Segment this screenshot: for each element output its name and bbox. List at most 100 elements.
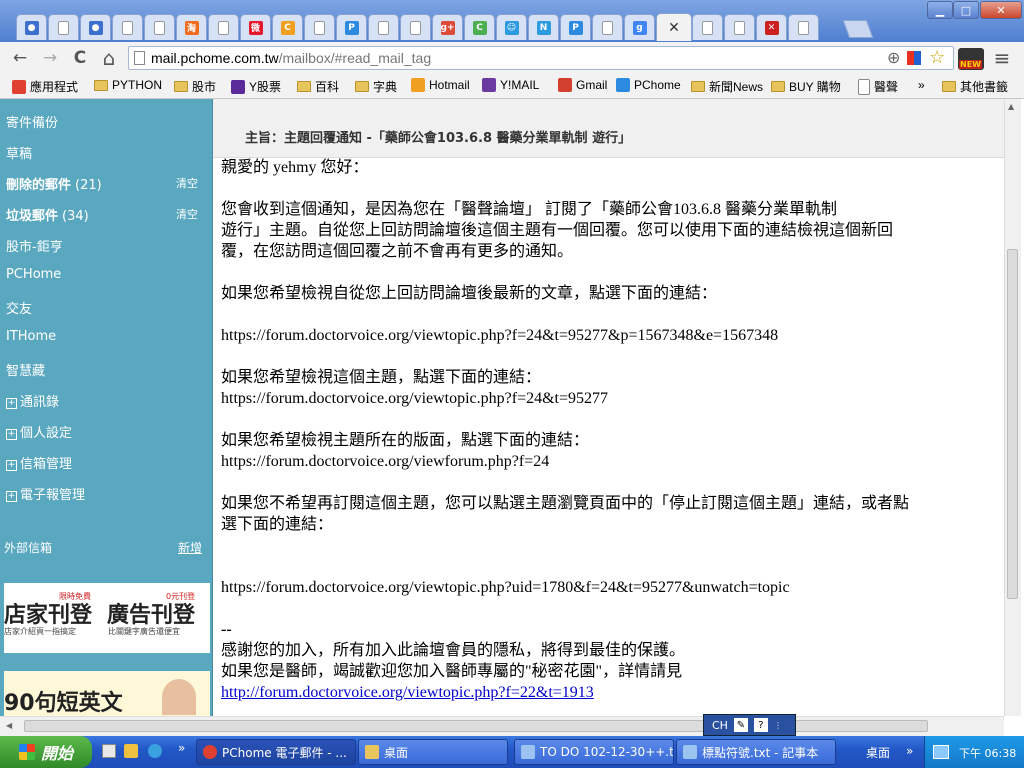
- taskbar-window-0[interactable]: PChome 電子郵件 - ...: [196, 739, 356, 765]
- sidebar-folder-5[interactable]: PCHome: [6, 267, 61, 282]
- tab-active[interactable]: ✕: [656, 13, 692, 41]
- tab-colorful[interactable]: C: [272, 14, 303, 40]
- bookmark-9[interactable]: PChome: [616, 78, 681, 92]
- taskbar-window-3[interactable]: 標點符號.txt - 記事本: [676, 739, 836, 765]
- store-listing-ad[interactable]: 店家刊登 限時免費 店家介紹頁一指搞定 廣告刊登 0元刊登 比關鍵字廣告還便宜: [4, 583, 210, 653]
- tab-taobao[interactable]: 淘: [176, 14, 207, 40]
- close-window-button[interactable]: ✕: [980, 1, 1022, 19]
- secret-garden-link[interactable]: http://forum.doctorvoice.org/viewtopic.p…: [221, 684, 594, 701]
- tab-bubble[interactable]: ●: [16, 14, 47, 40]
- tab-page[interactable]: [112, 14, 143, 40]
- sidebar-tree-2[interactable]: + 信箱管理: [6, 453, 72, 472]
- tab-page[interactable]: [368, 14, 399, 40]
- bookmark-1[interactable]: PYTHON: [94, 78, 162, 92]
- sidebar-folder-4[interactable]: 股市-鉅亨: [6, 236, 63, 255]
- forward-button[interactable]: →: [40, 48, 60, 68]
- sidebar-tree-3[interactable]: + 電子報管理: [6, 484, 85, 503]
- tab-page[interactable]: [724, 14, 755, 40]
- ie-quick-icon[interactable]: [148, 744, 162, 758]
- expand-plus-icon[interactable]: +: [6, 491, 17, 502]
- tab-chrome-c[interactable]: C: [464, 14, 495, 40]
- horizontal-scrollbar[interactable]: ◀: [0, 716, 1004, 737]
- quick-launch-more[interactable]: »: [178, 741, 185, 755]
- tab-page[interactable]: [400, 14, 431, 40]
- tray-expand[interactable]: »: [906, 744, 913, 758]
- menu-button[interactable]: ≡: [992, 46, 1012, 70]
- show-desktop-icon[interactable]: [102, 744, 116, 758]
- minimize-button[interactable]: ▁: [927, 1, 953, 19]
- add-external-mailbox-link[interactable]: 新增: [178, 539, 202, 556]
- network-icon[interactable]: [933, 745, 949, 759]
- tab-page[interactable]: [592, 14, 623, 40]
- apps-grid-icon: [12, 79, 26, 94]
- tab-page[interactable]: [692, 14, 723, 40]
- empty-folder-link[interactable]: 清空: [176, 175, 198, 191]
- expand-plus-icon[interactable]: +: [6, 429, 17, 440]
- sidebar-tree-1[interactable]: + 個人設定: [6, 422, 72, 441]
- ime-options-icon[interactable]: ⋮: [774, 721, 782, 730]
- sidebar-folder-3[interactable]: 垃圾郵件 (34): [6, 205, 89, 224]
- bookmark-star-icon[interactable]: ☆: [929, 47, 945, 68]
- tab-page[interactable]: [304, 14, 335, 40]
- start-button[interactable]: 開始: [0, 736, 92, 768]
- tab-page[interactable]: [48, 14, 79, 40]
- flag-extension-icon[interactable]: [907, 51, 921, 65]
- empty-folder-link[interactable]: 清空: [176, 206, 198, 222]
- scroll-left-icon[interactable]: ◀: [6, 721, 12, 730]
- expand-plus-icon[interactable]: +: [6, 398, 17, 409]
- bookmark-7[interactable]: Y!MAIL: [482, 78, 539, 92]
- bookmark-6[interactable]: Hotmail: [411, 78, 470, 92]
- tab-page[interactable]: [788, 14, 819, 40]
- back-button[interactable]: ←: [10, 48, 30, 68]
- close-tab-icon[interactable]: ✕: [668, 20, 680, 36]
- bookmark-12[interactable]: 醫聲: [858, 78, 898, 95]
- tab-smiley[interactable]: ☺: [496, 14, 527, 40]
- sidebar-folder-1[interactable]: 草稿: [6, 143, 32, 162]
- bookmark-8[interactable]: Gmail: [558, 78, 607, 92]
- clock[interactable]: 下午 06:38: [959, 745, 1016, 761]
- bookmark-2[interactable]: 股市: [174, 78, 216, 95]
- vertical-scrollbar[interactable]: ▲: [1004, 99, 1021, 716]
- reload-button[interactable]: C: [70, 48, 90, 68]
- bookmarks-more[interactable]: »: [918, 78, 925, 92]
- ime-mode-icon[interactable]: ✎: [733, 718, 748, 732]
- sidebar-folder-7[interactable]: ITHome: [6, 329, 56, 344]
- explorer-quick-icon[interactable]: [124, 744, 138, 758]
- english-phrase-ad[interactable]: 90句短英文: [4, 671, 210, 716]
- sidebar-folder-8[interactable]: 智慧藏: [6, 360, 45, 379]
- other-bookmarks[interactable]: 其他書籤: [942, 78, 1008, 95]
- zoom-icon[interactable]: ⊕: [887, 48, 900, 67]
- vertical-scroll-thumb[interactable]: [1007, 249, 1018, 599]
- scroll-up-icon[interactable]: ▲: [1008, 102, 1014, 111]
- tab-page[interactable]: [208, 14, 239, 40]
- sidebar-folder-0[interactable]: 寄件備份: [6, 112, 58, 131]
- taskbar-window-2[interactable]: TO DO 102-12-30++.t...: [514, 739, 674, 765]
- home-button[interactable]: ⌂: [99, 46, 119, 70]
- sidebar-folder-2[interactable]: 刪除的郵件 (21): [6, 174, 102, 193]
- bookmark-5[interactable]: 字典: [355, 78, 397, 95]
- tab-cross-red[interactable]: ✕: [756, 14, 787, 40]
- sidebar-folder-6[interactable]: 交友: [6, 298, 32, 317]
- address-bar[interactable]: mail.pchome.com.tw/mailbox/#read_mail_ta…: [128, 46, 954, 70]
- extension-new-icon[interactable]: NEW: [958, 48, 984, 70]
- maximize-button[interactable]: □: [953, 1, 979, 19]
- expand-plus-icon[interactable]: +: [6, 460, 17, 471]
- bookmark-4[interactable]: 百科: [297, 78, 339, 95]
- taskbar-window-1[interactable]: 桌面: [358, 739, 508, 765]
- bookmark-3[interactable]: Y股票: [231, 78, 281, 95]
- tab-pchome[interactable]: P: [560, 14, 591, 40]
- bookmark-0[interactable]: 應用程式: [12, 78, 78, 95]
- tab-google-plus[interactable]: g+: [432, 14, 463, 40]
- tab-page[interactable]: [144, 14, 175, 40]
- bookmark-10[interactable]: 新聞News: [691, 78, 763, 95]
- sidebar-tree-0[interactable]: + 通訊錄: [6, 391, 59, 410]
- bookmark-11[interactable]: BUY 購物: [771, 78, 841, 95]
- tab-google[interactable]: g: [624, 14, 655, 40]
- tab-nn[interactable]: N: [528, 14, 559, 40]
- ime-help-icon[interactable]: ?: [753, 718, 768, 732]
- tab-pchome[interactable]: P: [336, 14, 367, 40]
- ime-language-bar[interactable]: CH ✎ ? ⋮: [703, 714, 796, 736]
- tab-bubble[interactable]: ●: [80, 14, 111, 40]
- tab-weibo[interactable]: 微: [240, 14, 271, 40]
- desktop-toolbar-label[interactable]: 桌面: [866, 744, 890, 761]
